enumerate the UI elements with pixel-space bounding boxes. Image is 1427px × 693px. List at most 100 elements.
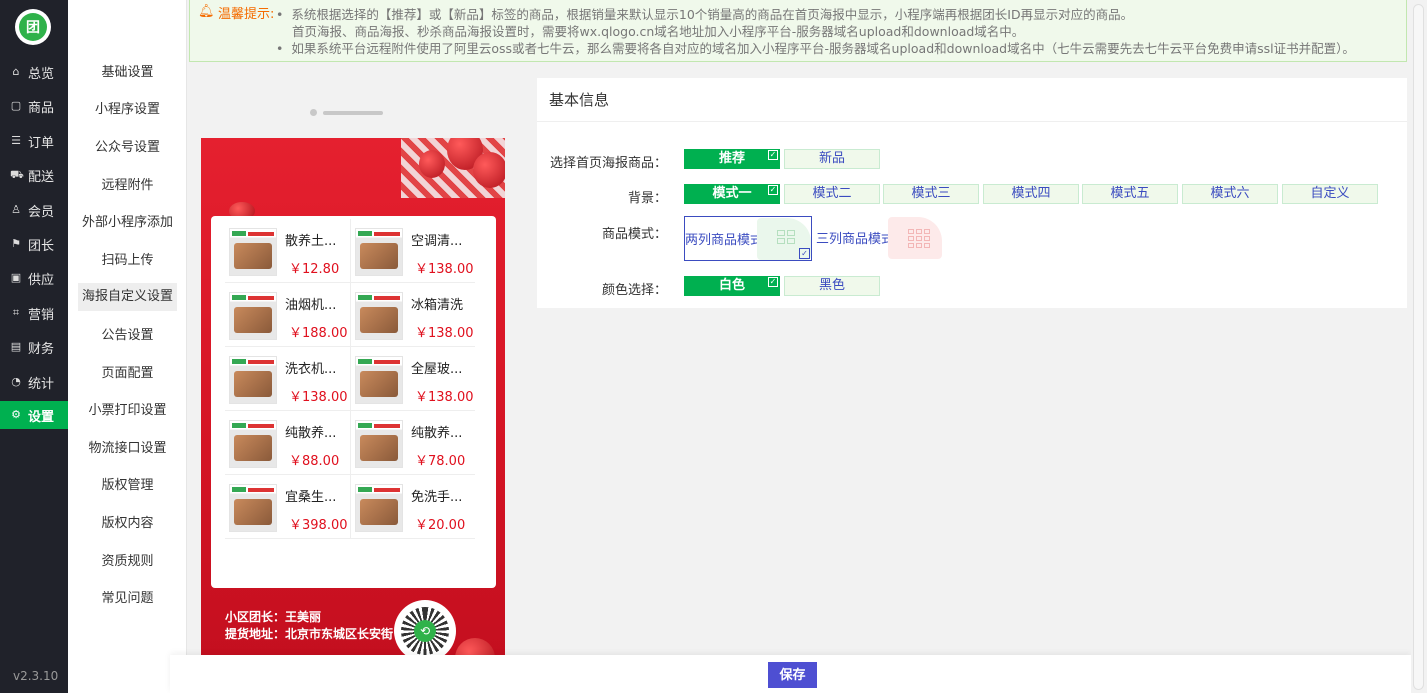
notice-panel: 🔔︎ 温馨提示: • 系统根据选择的【推荐】或【新品】标签的商品，根据销量来默认显… <box>189 0 1407 62</box>
goods-thumbnail <box>229 420 277 468</box>
scrollbar-thumb[interactable] <box>1413 4 1424 690</box>
goods-thumbnail <box>355 228 403 276</box>
background-option-2[interactable]: 模式二 <box>784 184 880 204</box>
nav-item-label: 配送 <box>28 169 55 185</box>
goods-thumbnail <box>355 484 403 532</box>
poster-goods-item: 洗衣机... ￥138.00 <box>225 347 350 411</box>
nav-item-finance[interactable]: ▤ 财务 <box>0 333 68 361</box>
background-option-5[interactable]: 模式五 <box>1082 184 1178 204</box>
submenu-item[interactable]: 页面配置 <box>78 360 177 388</box>
check-icon: ✓ <box>768 150 778 160</box>
goods-mode-three-column[interactable]: 三列商品模式 <box>816 216 944 261</box>
nav-item-stats[interactable]: ◔ 统计 <box>0 368 68 396</box>
goods-price: ￥398.00 <box>289 518 348 533</box>
poster-preview: 散养土... ￥12.80 空调清... ￥138.00 油烟机... ￥188.00 冰箱… <box>189 80 520 660</box>
check-icon: ✓ <box>799 248 810 259</box>
decor-strawberry <box>419 150 445 178</box>
nav-item-settings[interactable]: ⚙ 设置 <box>0 401 68 429</box>
poster-goods-option-new[interactable]: 新品 <box>784 149 880 169</box>
goods-name: 散养土... <box>285 234 337 249</box>
gift-icon: ⌗ <box>12 306 20 319</box>
submenu-item[interactable]: 常见问题 <box>78 585 177 613</box>
submenu-item[interactable]: 小程序设置 <box>78 96 177 124</box>
submenu-item[interactable]: 外部小程序添加 <box>78 209 177 237</box>
poster-goods-item: 散养土... ￥12.80 <box>225 219 350 283</box>
user-icon: ♙ <box>11 203 21 216</box>
nav-item-delivery[interactable]: ⛟ 配送 <box>0 161 68 189</box>
supply-icon: ▣ <box>10 271 22 284</box>
nav-item-marketing[interactable]: ⌗ 营销 <box>0 299 68 327</box>
background-option-3[interactable]: 模式三 <box>883 184 979 204</box>
goods-name: 空调清... <box>411 234 463 249</box>
submenu-item[interactable]: 小票打印设置 <box>78 397 177 425</box>
notice-line: • 如果系统平台远程附件使用了阿里云oss或者七牛云，那么需要将各自对应的域名加入… <box>276 41 1355 56</box>
goods-name: 油烟机... <box>285 298 337 313</box>
nav-item-goods[interactable]: ▢ 商品 <box>0 92 68 120</box>
submenu-item[interactable]: 资质规则 <box>78 548 177 576</box>
submenu-item[interactable]: 物流接口设置 <box>78 435 177 463</box>
goods-price: ￥12.80 <box>289 262 340 277</box>
nav-item-overview[interactable]: ⌂ 总览 <box>0 58 68 86</box>
poster-goods-card: 散养土... ￥12.80 空调清... ￥138.00 油烟机... ￥188.00 冰箱… <box>211 216 496 588</box>
app-logo[interactable]: 团 <box>15 9 51 45</box>
color-option-black[interactable]: 黑色 <box>784 276 880 296</box>
check-icon: ✓ <box>768 277 778 287</box>
goods-name: 冰箱清洗 <box>411 298 464 313</box>
phone-camera-dot <box>310 109 317 116</box>
goods-thumbnail <box>229 228 277 276</box>
submenu-item[interactable]: 基础设置 <box>78 59 177 87</box>
poster-leader: 小区团长：王美丽 <box>225 610 322 624</box>
submenu-item[interactable]: 公众号设置 <box>78 134 177 162</box>
poster-goods-option-recommend[interactable]: 推荐 ✓ <box>684 149 780 169</box>
goods-name: 全屋玻... <box>411 362 463 377</box>
poster-goods-item: 空调清... ￥138.00 <box>350 219 475 283</box>
goods-name: 免洗手... <box>411 490 463 505</box>
background-option-4[interactable]: 模式四 <box>983 184 1079 204</box>
poster-address: 提货地址：北京市东城区长安街 <box>225 627 394 641</box>
box-icon: ▢ <box>10 99 22 112</box>
decor-strawberry <box>473 152 505 188</box>
poster-goods-item: 宜桑生... ￥398.00 <box>225 475 350 539</box>
background-option-1[interactable]: 模式一 ✓ <box>684 184 780 204</box>
goods-thumbnail <box>229 292 277 340</box>
color-option-white[interactable]: 白色 ✓ <box>684 276 780 296</box>
background-option-6[interactable]: 模式六 <box>1182 184 1278 204</box>
save-button[interactable]: 保存 <box>768 662 817 688</box>
phone-speaker <box>323 111 383 115</box>
nav-item-label: 供应 <box>28 272 55 288</box>
goods-name: 洗衣机... <box>285 362 337 377</box>
goods-thumbnail <box>229 484 277 532</box>
nav-item-leaders[interactable]: ⚑ 团长 <box>0 230 68 258</box>
submenu-item[interactable]: 扫码上传 <box>78 247 177 275</box>
home-icon: ⌂ <box>12 65 20 78</box>
nav-item-label: 商品 <box>28 100 55 116</box>
submenu-item-poster-settings[interactable]: 海报自定义设置 <box>78 283 177 311</box>
submenu-item[interactable]: 远程附件 <box>78 172 177 200</box>
goods-price: ￥138.00 <box>415 326 474 341</box>
goods-price: ￥138.00 <box>415 390 474 405</box>
notice-title: 温馨提示: <box>218 7 275 22</box>
goods-price: ￥138.00 <box>289 390 348 405</box>
goods-mode-two-column[interactable]: 两列商品模式 ✓ <box>684 216 812 261</box>
settings-submenu: 基础设置 小程序设置 公众号设置 远程附件 外部小程序添加 扫码上传 海报自定义… <box>68 0 187 693</box>
goods-price: ￥20.00 <box>415 518 466 533</box>
submenu-item[interactable]: 版权管理 <box>78 472 177 500</box>
goods-price: ￥138.00 <box>415 262 474 277</box>
nav-item-orders[interactable]: ☰ 订单 <box>0 127 68 155</box>
stats-icon: ◔ <box>11 375 21 388</box>
submenu-item[interactable]: 版权内容 <box>78 510 177 538</box>
background-option-custom[interactable]: 自定义 <box>1282 184 1378 204</box>
nav-item-members[interactable]: ♙ 会员 <box>0 196 68 224</box>
poster-canvas: 散养土... ￥12.80 空调清... ￥138.00 油烟机... ￥188.00 冰箱… <box>201 138 505 660</box>
goods-mode-label: 商品模式： <box>601 227 667 242</box>
color-label: 颜色选择： <box>601 283 667 298</box>
nav-item-label: 统计 <box>28 376 55 392</box>
list-icon: ☰ <box>11 134 21 147</box>
three-column-icon <box>888 217 942 259</box>
main-nav: 团 ⌂ 总览 ▢ 商品 ☰ 订单 ⛟ 配送 ♙ 会员 ⚑ 团长 ▣ 供应 ⌗ 营销 ▤ 财务 ◔ 统… <box>0 0 68 693</box>
submenu-item[interactable]: 公告设置 <box>78 322 177 350</box>
nav-item-supply[interactable]: ▣ 供应 <box>0 264 68 292</box>
poster-goods-item: 免洗手... ￥20.00 <box>350 475 475 539</box>
goods-name: 宜桑生... <box>285 490 337 505</box>
goods-thumbnail <box>355 292 403 340</box>
